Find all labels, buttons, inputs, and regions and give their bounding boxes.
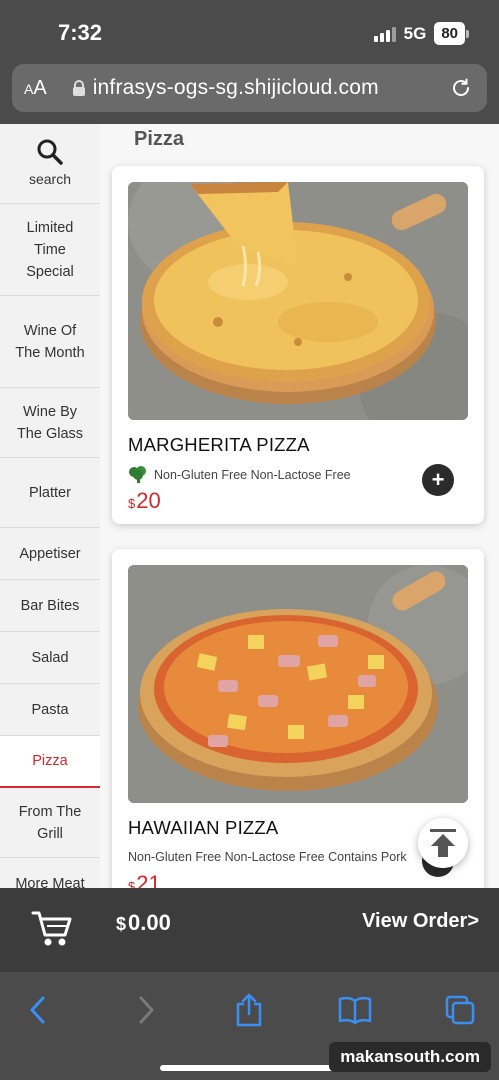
sidebar-item-label: Special	[26, 263, 74, 280]
share-icon	[236, 993, 262, 1027]
sidebar-item-limited-time-special[interactable]: Limited Time Special	[0, 204, 100, 296]
product-tags: Non-Gluten Free Non-Lactose Free Contain…	[128, 850, 407, 864]
arrow-up-icon	[430, 829, 456, 857]
chevron-right-icon	[139, 996, 154, 1024]
sidebar-item-label: Pasta	[31, 701, 69, 718]
sidebar-item-label: From The	[18, 803, 82, 820]
sidebar-item-label: Salad	[31, 649, 69, 666]
battery-icon: 80	[434, 22, 469, 45]
book-icon	[338, 996, 372, 1025]
product-price: $20	[128, 488, 161, 513]
sidebar-item-wine-by-the-glass[interactable]: Wine By The Glass	[0, 388, 100, 458]
search-label: search	[28, 170, 72, 187]
url-text[interactable]: infrasys-ogs-sg.shijicloud.com	[93, 76, 379, 100]
lock-icon	[72, 80, 85, 96]
broccoli-icon	[129, 466, 146, 483]
add-to-cart-button[interactable]: +	[422, 464, 454, 496]
sidebar-item-label: Pizza	[32, 753, 68, 769]
product-price: $21	[128, 871, 161, 888]
signal-icon	[373, 26, 396, 42]
watermark: makansouth.com	[329, 1042, 491, 1072]
sidebar-item-label: The Month	[15, 344, 85, 361]
tabs-button[interactable]	[442, 992, 478, 1028]
sidebar-item-more-meat[interactable]: More Meat	[0, 858, 100, 889]
sidebar-item-label: The Glass	[16, 425, 84, 442]
category-sidebar: search Limited Time Special Wine Of The Mont…	[0, 124, 100, 888]
share-button[interactable]	[231, 992, 267, 1028]
chevron-left-icon	[30, 996, 45, 1024]
product-name: MARGHERITA PIZZA	[128, 434, 310, 455]
bookmarks-button[interactable]	[337, 992, 373, 1028]
reload-icon[interactable]	[449, 76, 473, 100]
status-time: 7:32	[58, 20, 103, 45]
sidebar-item-label: Platter	[29, 484, 71, 501]
text-size-button[interactable]: AA	[24, 77, 47, 100]
sidebar-item-wine-of-the-month[interactable]: Wine Of The Month	[0, 296, 100, 388]
view-order-button[interactable]: View Order>	[362, 910, 479, 933]
tabs-icon	[445, 995, 475, 1025]
address-bar[interactable]: AA infrasys-ogs-sg.shijicloud.com	[12, 64, 487, 112]
cart-icon[interactable]	[30, 906, 74, 950]
sidebar-item-pasta[interactable]: Pasta	[0, 684, 100, 736]
home-indicator	[160, 1065, 338, 1071]
sidebar-item-salad[interactable]: Salad	[0, 632, 100, 684]
sidebar-item-label: Wine By	[23, 403, 77, 420]
product-tags-text: Non-Gluten Free Non-Lactose Free	[154, 468, 351, 482]
scroll-to-top-button[interactable]	[418, 818, 468, 868]
product-card[interactable]: MARGHERITA PIZZA Non-Gluten Free Non-Lac…	[112, 166, 484, 524]
product-image[interactable]	[128, 182, 468, 420]
network-label: 5G	[403, 23, 427, 43]
sidebar-item-label: More Meat	[15, 875, 85, 889]
product-list: Pizza MARGHERITA PIZZA Non-Gluten Free N…	[100, 124, 499, 888]
sidebar-search[interactable]: search	[0, 124, 100, 204]
search-icon	[37, 139, 63, 165]
sidebar-item-label: Time	[34, 241, 66, 258]
product-image[interactable]	[128, 565, 468, 803]
sidebar-item-label: Appetiser	[19, 545, 81, 562]
status-indicators: 5G 80	[373, 22, 469, 45]
sidebar-item-from-the-grill[interactable]: From The Grill	[0, 788, 100, 858]
sidebar-item-label: Limited	[26, 219, 74, 236]
cart-total: $0.00	[116, 910, 171, 935]
page-content: search Limited Time Special Wine Of The Mont…	[0, 124, 499, 888]
sidebar-item-pizza[interactable]: Pizza	[0, 736, 100, 788]
sidebar-item-label: Bar Bites	[20, 597, 80, 614]
browser-toolbar: makansouth.com	[0, 972, 499, 1080]
battery-level: 80	[434, 22, 465, 45]
sidebar-item-bar-bites[interactable]: Bar Bites	[0, 580, 100, 632]
product-tags: Non-Gluten Free Non-Lactose Free	[128, 466, 351, 484]
product-tags-text: Non-Gluten Free Non-Lactose Free Contain…	[128, 850, 407, 864]
sidebar-item-platter[interactable]: Platter	[0, 458, 100, 528]
sidebar-item-label: Wine Of	[23, 322, 77, 339]
product-name: HAWAIIAN PIZZA	[128, 817, 279, 838]
sidebar-item-appetiser[interactable]: Appetiser	[0, 528, 100, 580]
browser-chrome: 7:32 5G 80 AA infrasys-ogs-sg.shijicloud…	[0, 0, 499, 124]
section-title: Pizza	[134, 128, 185, 150]
forward-button[interactable]	[128, 992, 164, 1028]
back-button[interactable]	[20, 992, 56, 1028]
cart-bar: $0.00 View Order>	[0, 888, 499, 972]
sidebar-item-label: Grill	[37, 825, 63, 842]
